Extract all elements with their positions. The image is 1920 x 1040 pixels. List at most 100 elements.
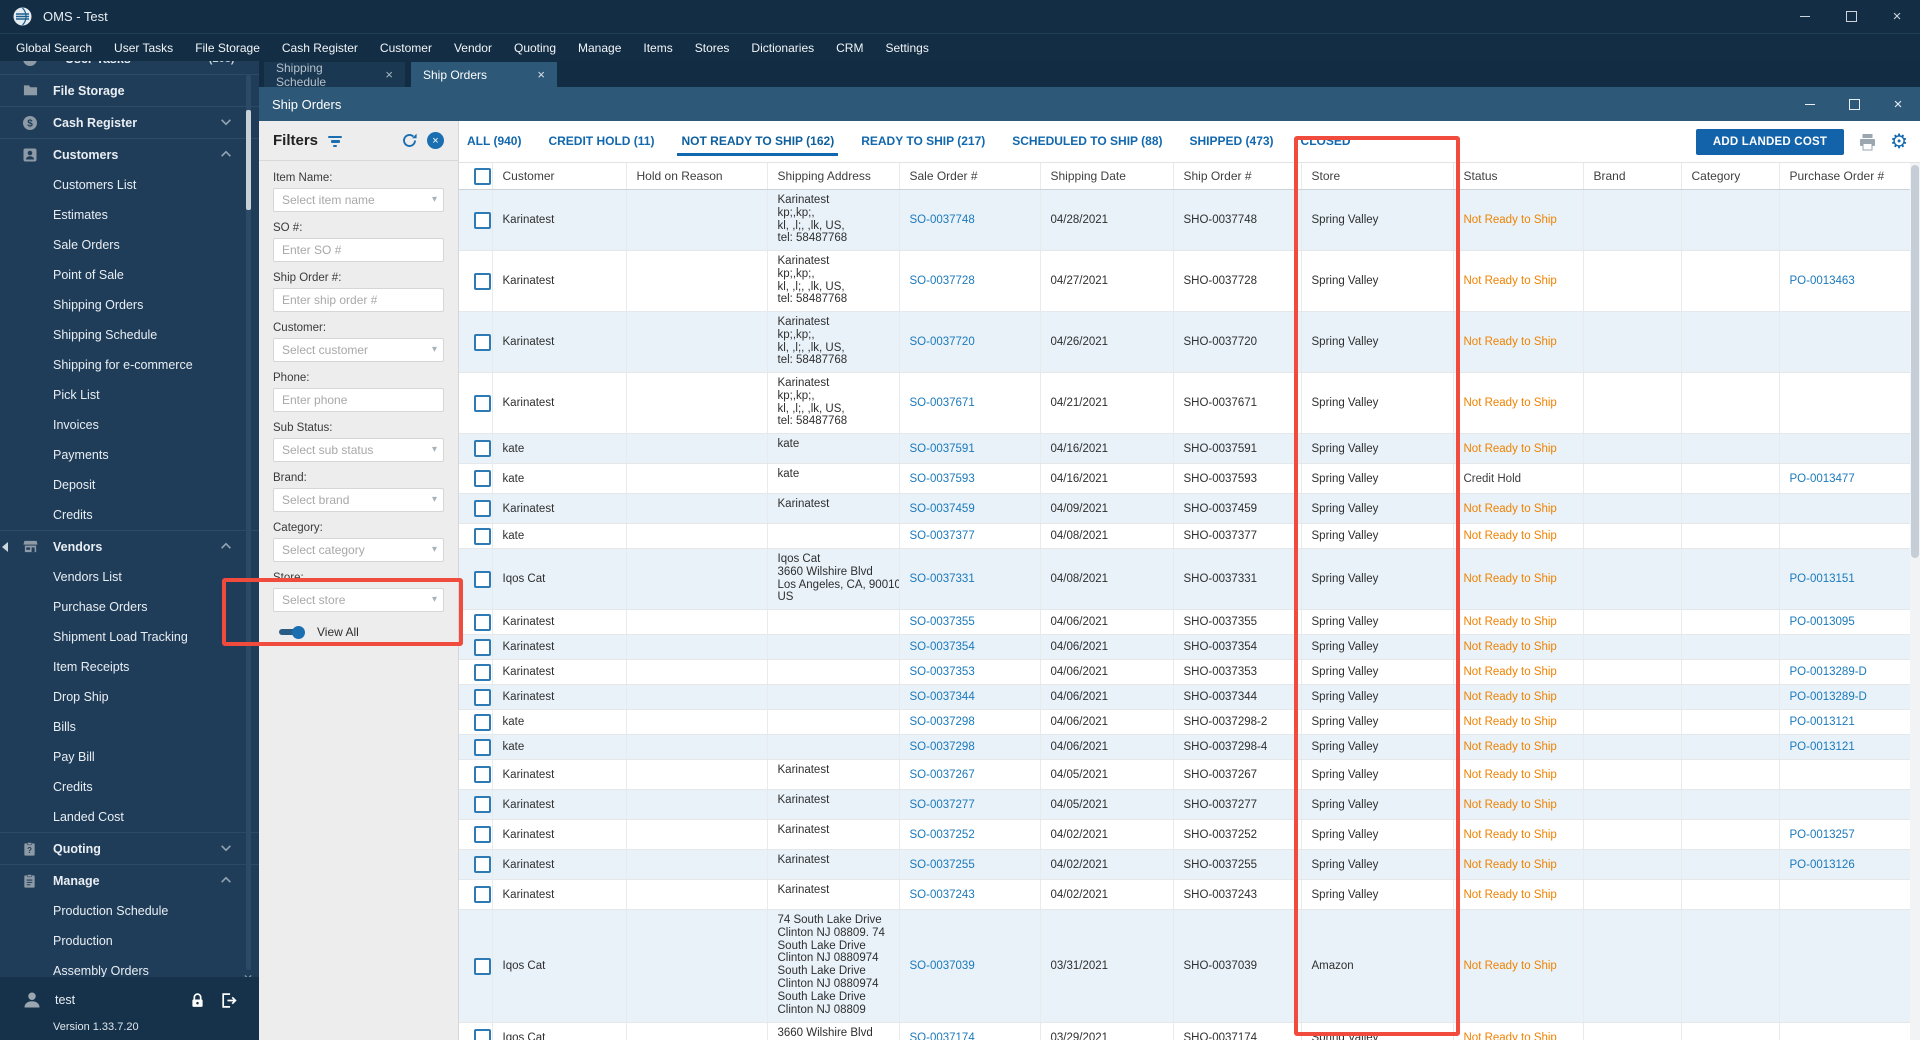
sale-order-link[interactable]: SO-0037593 bbox=[910, 473, 975, 485]
close-tab-icon[interactable]: × bbox=[537, 67, 545, 82]
sale-order-link[interactable]: SO-0037671 bbox=[910, 397, 975, 409]
row-checkbox[interactable] bbox=[474, 713, 491, 731]
sale-order-link[interactable]: SO-0037459 bbox=[910, 503, 975, 515]
menu-item-crm[interactable]: CRM bbox=[825, 34, 874, 62]
menu-item-file-storage[interactable]: File Storage bbox=[184, 34, 271, 62]
row-checkbox[interactable] bbox=[474, 738, 491, 756]
window-maximize-button[interactable] bbox=[1828, 0, 1874, 33]
row-checkbox[interactable] bbox=[474, 1029, 491, 1040]
sidebar-item-quoting[interactable]: ? Quoting bbox=[0, 832, 259, 864]
menu-item-manage[interactable]: Manage bbox=[567, 34, 632, 62]
tab-credit-hold-11[interactable]: CREDIT HOLD (11) bbox=[548, 121, 654, 162]
tab-scheduled-to-ship-88[interactable]: SCHEDULED TO SHIP (88) bbox=[1012, 121, 1162, 162]
table-row[interactable]: Karinatest Karinatest SO-0037252 04/02/2021… bbox=[459, 819, 1910, 850]
menu-item-items[interactable]: Items bbox=[632, 34, 683, 62]
table-row[interactable]: Karinatest SO-0037344 04/06/2021 SHO-003734… bbox=[459, 684, 1910, 710]
row-checkbox[interactable] bbox=[474, 638, 491, 656]
row-checkbox[interactable] bbox=[474, 613, 491, 631]
sale-order-link[interactable]: SO-0037591 bbox=[910, 443, 975, 455]
row-checkbox[interactable] bbox=[474, 570, 491, 588]
sidebar-item-production[interactable]: Production bbox=[0, 926, 259, 956]
mdi-tab-ship-orders[interactable]: Ship Orders × bbox=[411, 62, 557, 87]
sale-order-link[interactable]: SO-0037267 bbox=[910, 769, 975, 781]
row-checkbox[interactable] bbox=[474, 470, 491, 487]
mdi-minimize-button[interactable] bbox=[1788, 87, 1832, 121]
purchase-order-link[interactable]: PO-0013121 bbox=[1790, 716, 1855, 728]
filter-category-input[interactable]: Select category ▾ bbox=[273, 538, 444, 562]
sidebar-item-point-of-sale[interactable]: Point of Sale bbox=[0, 260, 259, 290]
table-row[interactable]: Karinatest Karinatest SO-0037459 04/09/2021… bbox=[459, 493, 1910, 524]
clear-filters-icon[interactable]: × bbox=[427, 132, 444, 149]
table-row[interactable]: Iqos Cat 74 South Lake Drive Clinton NJ 08… bbox=[459, 909, 1910, 1023]
purchase-order-link[interactable]: PO-0013151 bbox=[1790, 573, 1855, 585]
table-row[interactable]: kate kate SO-0037593 04/16/2021 SHO-0037593 S… bbox=[459, 463, 1910, 494]
row-checkbox[interactable] bbox=[474, 957, 491, 975]
menu-item-dictionaries[interactable]: Dictionaries bbox=[740, 34, 825, 62]
sale-order-link[interactable]: SO-0037344 bbox=[910, 691, 975, 703]
row-checkbox[interactable] bbox=[474, 663, 491, 681]
row-checkbox[interactable] bbox=[474, 272, 491, 290]
sidebar-item-sale-orders[interactable]: Sale Orders bbox=[0, 230, 259, 260]
sale-order-link[interactable]: SO-0037748 bbox=[910, 214, 975, 226]
window-close-button[interactable]: × bbox=[1874, 0, 1920, 33]
sale-order-link[interactable]: SO-0037039 bbox=[910, 960, 975, 972]
close-tab-icon[interactable]: × bbox=[385, 67, 393, 82]
row-checkbox[interactable] bbox=[474, 796, 491, 813]
table-row[interactable]: Karinatest Karinatest SO-0037267 04/05/2021… bbox=[459, 759, 1910, 790]
select-all-checkbox[interactable] bbox=[474, 167, 491, 185]
row-checkbox[interactable] bbox=[474, 333, 491, 351]
purchase-order-link[interactable]: PO-0013289-D bbox=[1790, 666, 1867, 678]
menu-item-settings[interactable]: Settings bbox=[874, 34, 939, 62]
window-minimize-button[interactable] bbox=[1782, 0, 1828, 33]
sale-order-link[interactable]: SO-0037174 bbox=[910, 1032, 975, 1040]
purchase-order-link[interactable]: PO-0013257 bbox=[1790, 829, 1855, 841]
purchase-order-link[interactable]: PO-0013289-D bbox=[1790, 691, 1867, 703]
table-row[interactable]: kate SO-0037298 04/06/2021 SHO-0037298-2 Spr… bbox=[459, 709, 1910, 735]
table-row[interactable]: Karinatest Karinatest SO-0037243 04/02/2021… bbox=[459, 879, 1910, 910]
table-row[interactable]: Karinatest Karinatest kp;,kp;, kl, ,l;, ,lk… bbox=[459, 250, 1910, 312]
mdi-restore-button[interactable] bbox=[1832, 87, 1876, 121]
table-row[interactable]: kate SO-0037377 04/08/2021 SHO-0037377 Sprin… bbox=[459, 523, 1910, 549]
tab-all-940[interactable]: ALL (940) bbox=[467, 121, 521, 162]
sidebar-item-shipment-load-tracking[interactable]: Shipment Load Tracking bbox=[0, 622, 259, 652]
purchase-order-link[interactable]: PO-0013477 bbox=[1790, 473, 1855, 485]
menu-item-global-search[interactable]: Global Search bbox=[5, 34, 103, 62]
filter-phone-input[interactable]: Enter phone bbox=[273, 388, 444, 412]
logout-icon[interactable] bbox=[220, 992, 237, 1009]
table-row[interactable]: Karinatest Karinatest kp;,kp;, kl, ,l;, ,lk… bbox=[459, 372, 1910, 434]
sidebar-item-credits[interactable]: Credits bbox=[0, 500, 259, 530]
sale-order-link[interactable]: SO-0037298 bbox=[910, 741, 975, 753]
table-row[interactable]: Karinatest SO-0037355 04/06/2021 SHO-003735… bbox=[459, 609, 1910, 635]
filter-sub-status-input[interactable]: Select sub status ▾ bbox=[273, 438, 444, 462]
refresh-icon[interactable] bbox=[401, 132, 418, 149]
gear-icon[interactable]: ⚙ bbox=[1890, 132, 1908, 152]
sale-order-link[interactable]: SO-0037354 bbox=[910, 641, 975, 653]
tab-shipped-473[interactable]: SHIPPED (473) bbox=[1190, 121, 1274, 162]
menu-item-cash-register[interactable]: Cash Register bbox=[271, 34, 369, 62]
tab-not-ready-to-ship-162[interactable]: NOT READY TO SHIP (162) bbox=[677, 121, 838, 162]
menu-item-quoting[interactable]: Quoting bbox=[503, 34, 567, 62]
sidebar-item-pick-list[interactable]: Pick List bbox=[0, 380, 259, 410]
purchase-order-link[interactable]: PO-0013095 bbox=[1790, 616, 1855, 628]
sidebar-item-customers[interactable]: Customers bbox=[0, 138, 259, 170]
sidebar-item-customers-list[interactable]: Customers List bbox=[0, 170, 259, 200]
sidebar-item-deposit[interactable]: Deposit bbox=[0, 470, 259, 500]
row-checkbox[interactable] bbox=[474, 211, 491, 229]
filter-brand-input[interactable]: Select brand ▾ bbox=[273, 488, 444, 512]
sidebar-item-cash-register[interactable]: $ Cash Register bbox=[0, 106, 259, 138]
sale-order-link[interactable]: SO-0037720 bbox=[910, 336, 975, 348]
sidebar-item-payments[interactable]: Payments bbox=[0, 440, 259, 470]
table-row[interactable]: Iqos Cat 3660 Wilshire Blvd SO-0037174 03/2… bbox=[459, 1022, 1910, 1040]
row-checkbox[interactable] bbox=[474, 527, 491, 545]
purchase-order-link[interactable]: PO-0013126 bbox=[1790, 859, 1855, 871]
sidebar-item-manage[interactable]: Manage bbox=[0, 864, 259, 896]
filter-store-input[interactable]: Select store ▾ bbox=[273, 588, 444, 612]
sidebar-item-item-receipts[interactable]: Item Receipts bbox=[0, 652, 259, 682]
sidebar-item-drop-ship[interactable]: Drop Ship bbox=[0, 682, 259, 712]
menu-item-user-tasks[interactable]: User Tasks bbox=[103, 34, 184, 62]
sidebar-item-shipping-orders[interactable]: Shipping Orders bbox=[0, 290, 259, 320]
sidebar-item-file-storage[interactable]: File Storage bbox=[0, 74, 259, 106]
lock-icon[interactable] bbox=[189, 992, 206, 1009]
menu-item-customer[interactable]: Customer bbox=[369, 34, 443, 62]
table-row[interactable]: Karinatest Karinatest kp;,kp;, kl, ,l;, ,lk… bbox=[459, 189, 1910, 251]
